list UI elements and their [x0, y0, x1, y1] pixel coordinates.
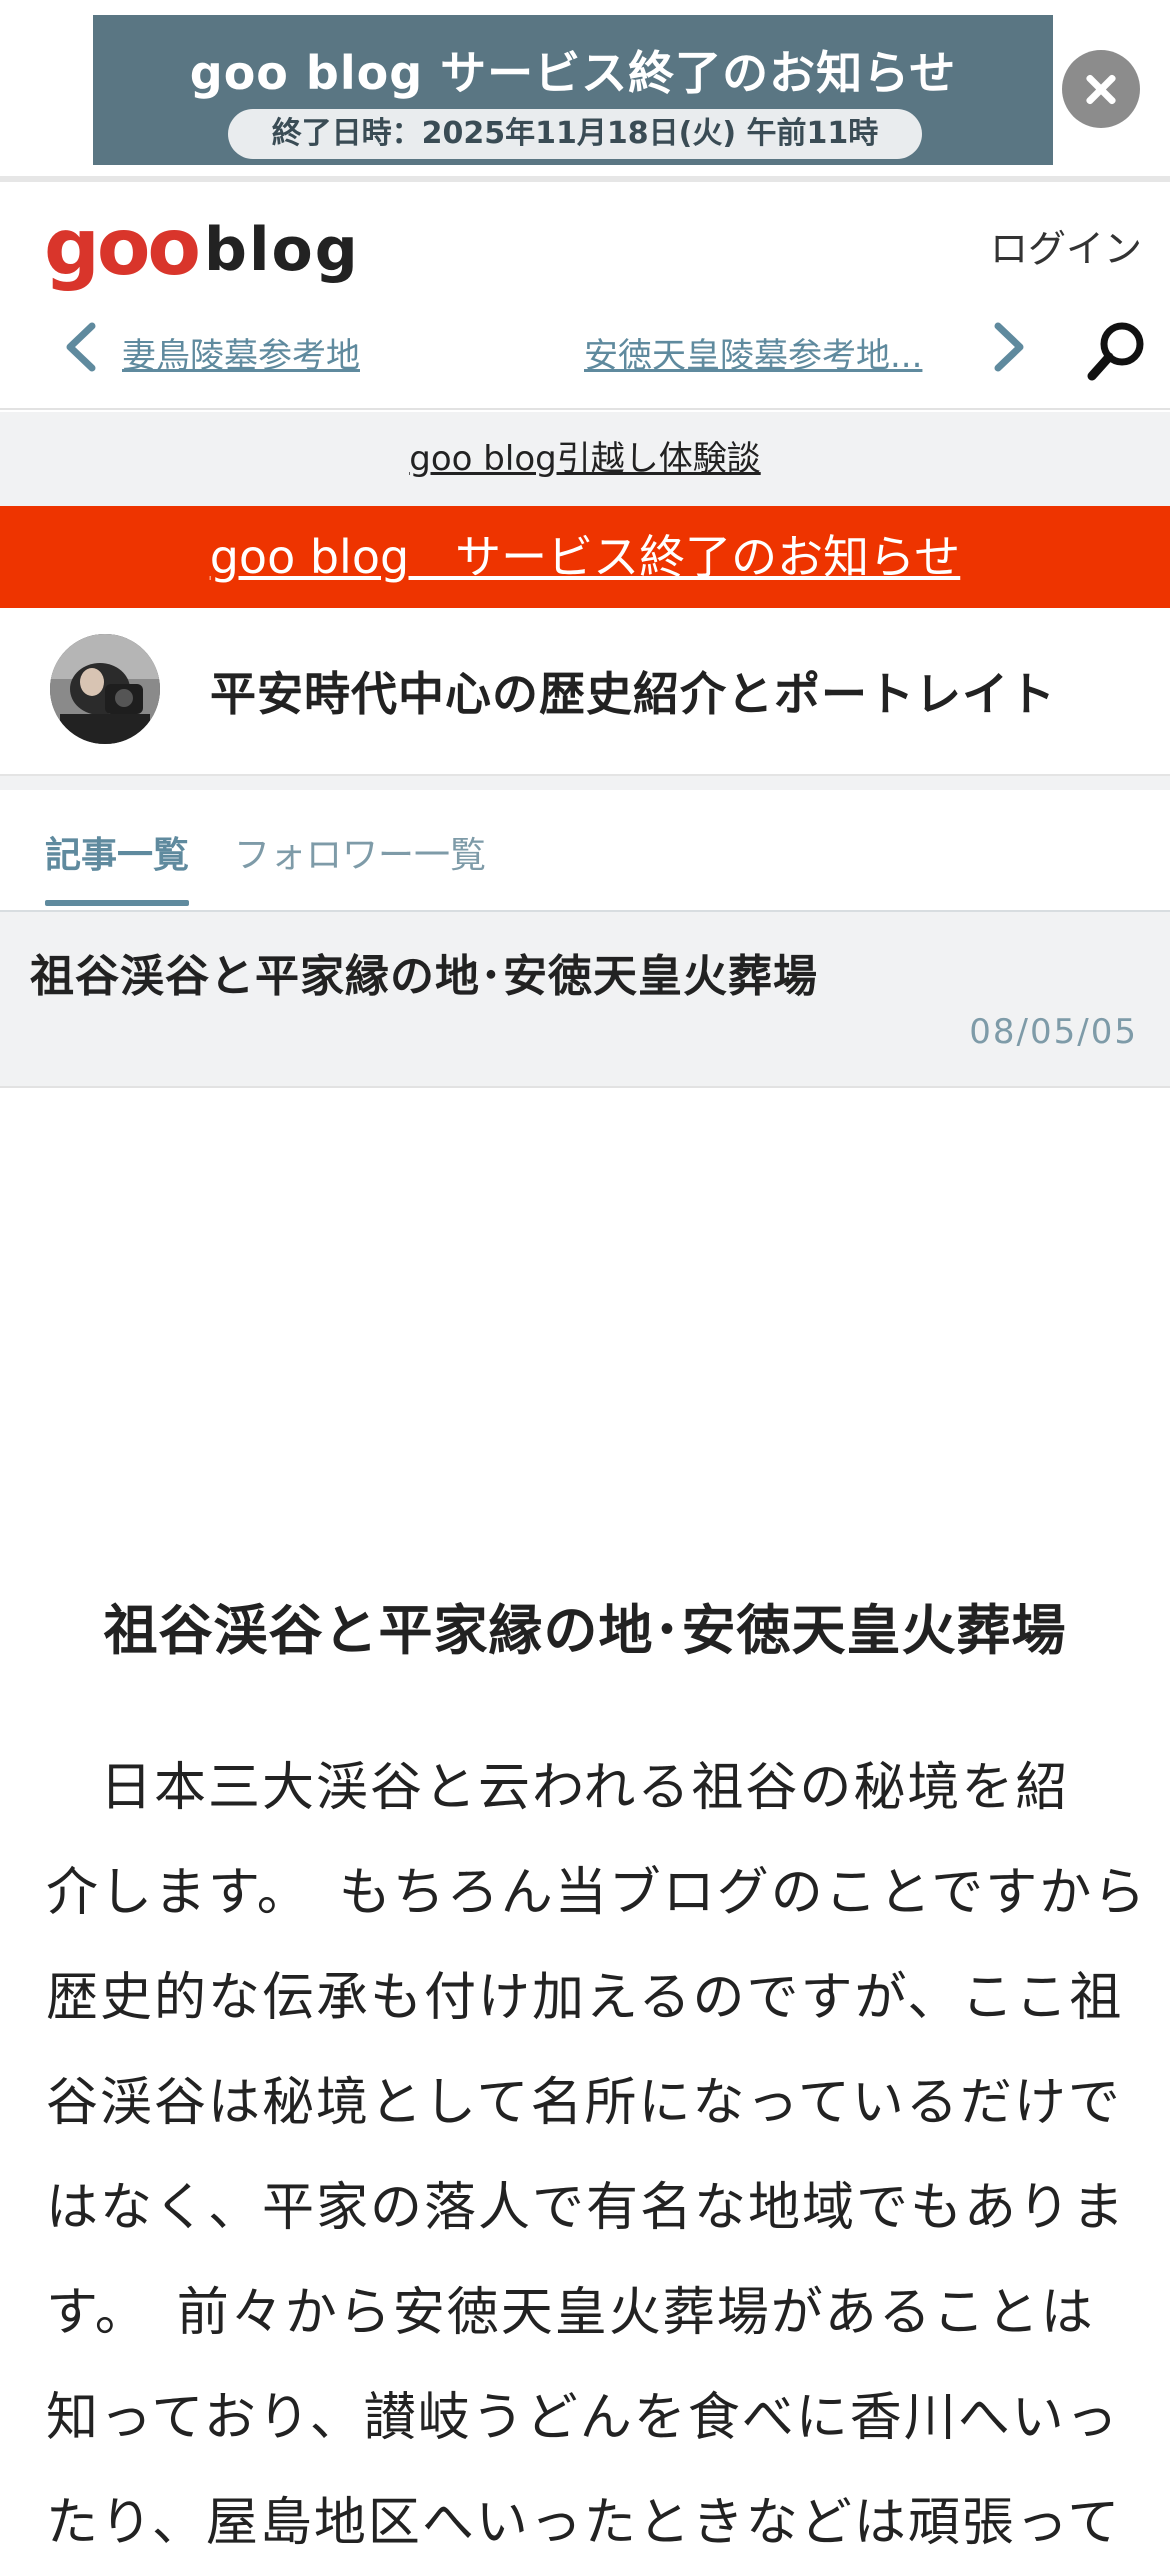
banner-title: goo blog サービス終了のお知らせ: [189, 46, 957, 100]
article-date: 08/05/05: [969, 1012, 1138, 1052]
tab-article-list[interactable]: 記事一覧: [45, 826, 189, 878]
moving-experience-link[interactable]: goo blog引越し体験談: [409, 439, 760, 479]
chevron-left-icon[interactable]: [60, 322, 100, 372]
article-text-line: 知っており、讃岐うどんを食べに香川へいっ: [46, 2388, 1120, 2448]
article-body: 日本三大渓谷と云われる祖谷の秘境を紹 介します。 もちろん当ブログのことですから…: [46, 1736, 1148, 2576]
logo-blog-text: blog: [204, 215, 360, 285]
site-header: goo blog ログイン 妻鳥陵墓参考地 安徳天皇陵墓参考地...: [0, 188, 1170, 410]
service-end-notice-link[interactable]: goo blog サービス終了のお知らせ: [210, 530, 961, 584]
article-text-line: 谷渓谷は秘境として名所になっているだけで: [46, 2073, 1122, 2133]
login-link[interactable]: ログイン: [990, 218, 1142, 273]
close-icon[interactable]: [1062, 50, 1140, 128]
article-text-line: たり、屋島地区へいったときなどは頑張って: [46, 2493, 1122, 2553]
article-title: 祖谷渓谷と平家縁の地･安徳天皇火葬場: [103, 1599, 1067, 1662]
blog-tabs: 記事一覧 フォロワー一覧: [0, 790, 1170, 912]
next-article-link[interactable]: 安徳天皇陵墓参考地...: [584, 328, 954, 377]
moving-experience-bar: goo blog引越し体験談: [0, 412, 1170, 506]
article-text-line: 介します。 もちろん当ブログのことですから: [46, 1863, 1148, 1923]
avatar-photo: [50, 634, 160, 744]
section-divider: [0, 776, 1170, 790]
blog-identity: 平安時代中心の歴史紹介とポートレイト: [0, 608, 1170, 776]
banner-end-date: 終了日時：2025年11月18日(火) 午前11時: [228, 109, 922, 159]
article-text-line: 日本三大渓谷と云われる祖谷の秘境を紹: [46, 1758, 1070, 1818]
article-nav: 妻鳥陵墓参考地 安徳天皇陵墓参考地...: [0, 298, 1170, 398]
prev-article-link[interactable]: 妻鳥陵墓参考地: [122, 328, 360, 377]
article-text-line: 歴史的な伝承も付け加えるのですが、ここ祖: [46, 1968, 1124, 2028]
chevron-right-icon[interactable]: [990, 322, 1030, 372]
service-end-notice-bar: goo blog サービス終了のお知らせ: [0, 506, 1170, 608]
tab-follower-list[interactable]: フォロワー一覧: [234, 826, 486, 878]
active-tab-indicator: [45, 900, 189, 906]
logo-goo-text: goo: [44, 203, 201, 293]
article-header: 祖谷渓谷と平家縁の地･安徳天皇火葬場 08/05/05: [0, 912, 1170, 1088]
avatar[interactable]: [50, 634, 160, 744]
service-end-banner[interactable]: goo blog サービス終了のお知らせ 終了日時：2025年11月18日(火)…: [93, 15, 1053, 165]
service-end-banner-area: goo blog サービス終了のお知らせ 終了日時：2025年11月18日(火)…: [0, 0, 1170, 182]
article-text-line: はなく、平家の落人で有名な地域でもありま: [46, 2178, 1127, 2238]
blog-title[interactable]: 平安時代中心の歴史紹介とポートレイト: [210, 658, 1056, 724]
article-header-title: 祖谷渓谷と平家縁の地･安徳天皇火葬場: [30, 951, 818, 1002]
search-icon[interactable]: [1084, 318, 1150, 384]
article-text-line: す。 前々から安徳天皇火葬場があることは: [46, 2283, 1095, 2343]
